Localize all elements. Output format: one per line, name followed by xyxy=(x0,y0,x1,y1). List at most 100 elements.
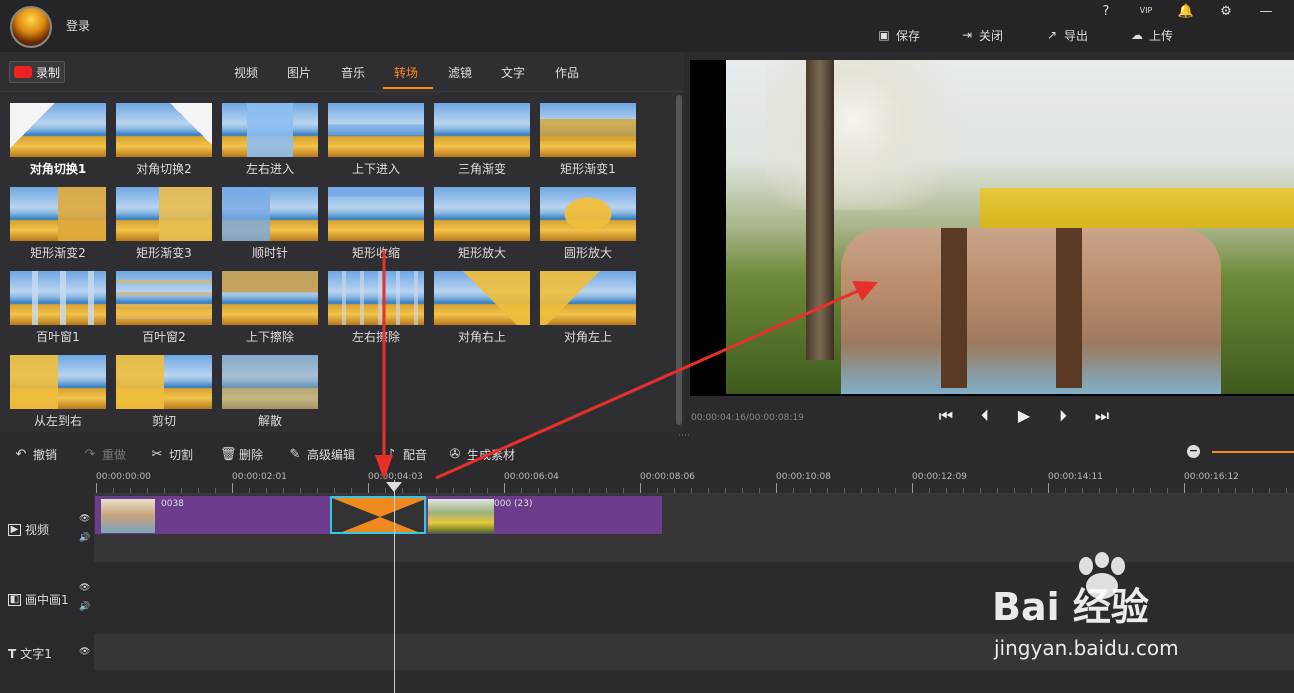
tab-image[interactable]: 图片 xyxy=(287,64,311,81)
close-button[interactable]: ⇥ 关闭 xyxy=(960,26,1003,44)
help-icon[interactable]: ? xyxy=(1096,4,1116,20)
ruler-minor-tick xyxy=(1201,488,1202,493)
transition-tile[interactable]: 矩形渐变1 xyxy=(540,103,636,176)
transition-tile[interactable]: 上下进入 xyxy=(328,103,424,176)
transition-tile[interactable]: 顺时针 xyxy=(222,187,318,260)
transition-tile[interactable]: 上下擦除 xyxy=(222,271,318,344)
playhead[interactable] xyxy=(394,480,395,693)
vip-icon[interactable]: VIP xyxy=(1136,6,1156,22)
transition-tile[interactable]: 剪切 xyxy=(116,355,212,428)
ruler-minor-tick xyxy=(793,488,794,493)
transition-tile[interactable]: 三角渐变 xyxy=(434,103,530,176)
ruler-major-tick xyxy=(776,483,777,493)
ruler-minor-tick xyxy=(708,488,709,493)
tab-filter[interactable]: 滤镜 xyxy=(448,64,472,81)
delete-button[interactable]: 🗑 删除 xyxy=(220,446,263,463)
step-back-icon[interactable]: ⏴ xyxy=(973,406,997,428)
mic-icon: ♪ xyxy=(386,447,396,462)
ruler-minor-tick xyxy=(164,488,165,493)
ruler-minor-tick xyxy=(215,488,216,493)
skip-start-icon[interactable]: ⏮ xyxy=(934,406,958,428)
transition-tile[interactable]: 矩形收缩 xyxy=(328,187,424,260)
transition-tile[interactable]: 对角切换2 xyxy=(116,103,212,176)
skip-end-icon[interactable]: ⏭ xyxy=(1090,406,1114,428)
transition-clip[interactable] xyxy=(330,496,426,534)
eye-icon[interactable]: 👁 xyxy=(79,647,90,657)
speaker-icon[interactable]: 🔊 xyxy=(79,533,90,543)
transition-label: 矩形渐变2 xyxy=(30,246,86,260)
cut-button[interactable]: ✂ 切割 xyxy=(150,446,193,463)
eye-icon[interactable]: 👁 xyxy=(79,514,90,524)
step-forward-icon[interactable]: ⏵ xyxy=(1051,406,1075,428)
transition-tile[interactable]: 左右进入 xyxy=(222,103,318,176)
video-clip-2[interactable]: 000 (23) xyxy=(426,496,662,534)
tab-divider xyxy=(0,91,684,92)
ruler-minor-tick xyxy=(1116,488,1117,493)
ruler-label: 00:00:14:11 xyxy=(1048,472,1103,482)
pip-icon: ◧ xyxy=(8,593,21,606)
minimize-icon[interactable]: — xyxy=(1256,4,1276,20)
ruler-minor-tick xyxy=(623,488,624,493)
export-icon: ↗ xyxy=(1046,28,1058,42)
gear-icon[interactable]: ⚙ xyxy=(1216,4,1236,20)
transition-tile[interactable]: 左右擦除 xyxy=(328,271,424,344)
ruler-minor-tick xyxy=(317,488,318,493)
tab-video[interactable]: 视频 xyxy=(234,64,258,81)
generate-material-button[interactable]: ✇ 生成素材 xyxy=(448,446,515,463)
tab-transition[interactable]: 转场 xyxy=(394,64,418,81)
transition-thumbnail xyxy=(434,103,530,157)
transition-tile[interactable]: 矩形渐变3 xyxy=(116,187,212,260)
undo-button[interactable]: ↶ 撤销 xyxy=(14,446,57,463)
clip-thumbnail xyxy=(101,499,155,533)
login-link[interactable]: 登录 xyxy=(66,17,90,34)
zoom-out-icon[interactable]: − xyxy=(1187,445,1200,458)
record-button[interactable]: 录制 xyxy=(9,61,65,83)
ruler-minor-tick xyxy=(657,488,658,493)
transition-tile[interactable]: 圆形放大 xyxy=(540,187,636,260)
ruler-label: 00:00:04:03 xyxy=(368,472,423,482)
ruler-label: 00:00:10:08 xyxy=(776,472,831,482)
export-button[interactable]: ↗ 导出 xyxy=(1045,26,1088,44)
edit-toolbar xyxy=(0,440,1294,466)
transition-label: 矩形收缩 xyxy=(351,246,400,260)
transition-preview-overlay xyxy=(116,187,212,241)
transition-label: 矩形渐变3 xyxy=(136,246,192,260)
transition-tile[interactable]: 百叶窗2 xyxy=(116,271,212,344)
video-clip-1[interactable]: 0038 xyxy=(95,496,331,534)
bell-icon[interactable]: 🔔 xyxy=(1176,4,1196,20)
ruler-minor-tick xyxy=(1269,488,1270,493)
speaker-icon[interactable]: 🔊 xyxy=(79,602,90,612)
playhead-handle[interactable] xyxy=(386,482,402,492)
transition-tile[interactable]: 对角切换1 xyxy=(10,103,106,176)
transition-tile[interactable]: 从左到右 xyxy=(10,355,106,428)
ruler-label: 00:00:02:01 xyxy=(232,472,287,482)
transition-preview-overlay xyxy=(10,103,106,157)
upload-button[interactable]: ☁ 上传 xyxy=(1130,26,1173,44)
tab-text[interactable]: 文字 xyxy=(501,64,525,81)
eye-icon[interactable]: 👁 xyxy=(79,583,90,593)
dubbing-button[interactable]: ♪ 配音 xyxy=(384,446,427,463)
ruler-minor-tick xyxy=(997,488,998,493)
ruler-minor-tick xyxy=(198,488,199,493)
ruler-minor-tick xyxy=(895,488,896,493)
tab-works[interactable]: 作品 xyxy=(555,64,579,81)
play-icon[interactable]: ▶ xyxy=(1012,406,1036,428)
transition-tile[interactable]: 对角左上 xyxy=(540,271,636,344)
advanced-edit-button[interactable]: ✎ 高级编辑 xyxy=(288,446,355,463)
transition-tile[interactable]: 矩形渐变2 xyxy=(10,187,106,260)
panel-scrollbar[interactable] xyxy=(676,95,682,425)
timeline-ruler[interactable]: 00:00:00:00 00:00:02:01 00:00:04:03 00:00:0… xyxy=(94,466,1294,494)
transition-tile[interactable]: 矩形放大 xyxy=(434,187,530,260)
transition-label: 对角切换2 xyxy=(136,162,192,176)
tab-music[interactable]: 音乐 xyxy=(341,64,365,81)
ruler-minor-tick xyxy=(810,488,811,493)
transition-tile[interactable]: 解散 xyxy=(222,355,318,428)
redo-button[interactable]: ↷ 重做 xyxy=(83,446,126,463)
transition-preview-overlay xyxy=(540,103,636,157)
zoom-slider[interactable] xyxy=(1212,451,1294,453)
transition-thumbnail xyxy=(540,271,636,325)
transition-preview-overlay xyxy=(222,103,318,157)
transition-tile[interactable]: 对角右上 xyxy=(434,271,530,344)
save-button[interactable]: ▣ 保存 xyxy=(877,26,920,44)
transition-tile[interactable]: 百叶窗1 xyxy=(10,271,106,344)
